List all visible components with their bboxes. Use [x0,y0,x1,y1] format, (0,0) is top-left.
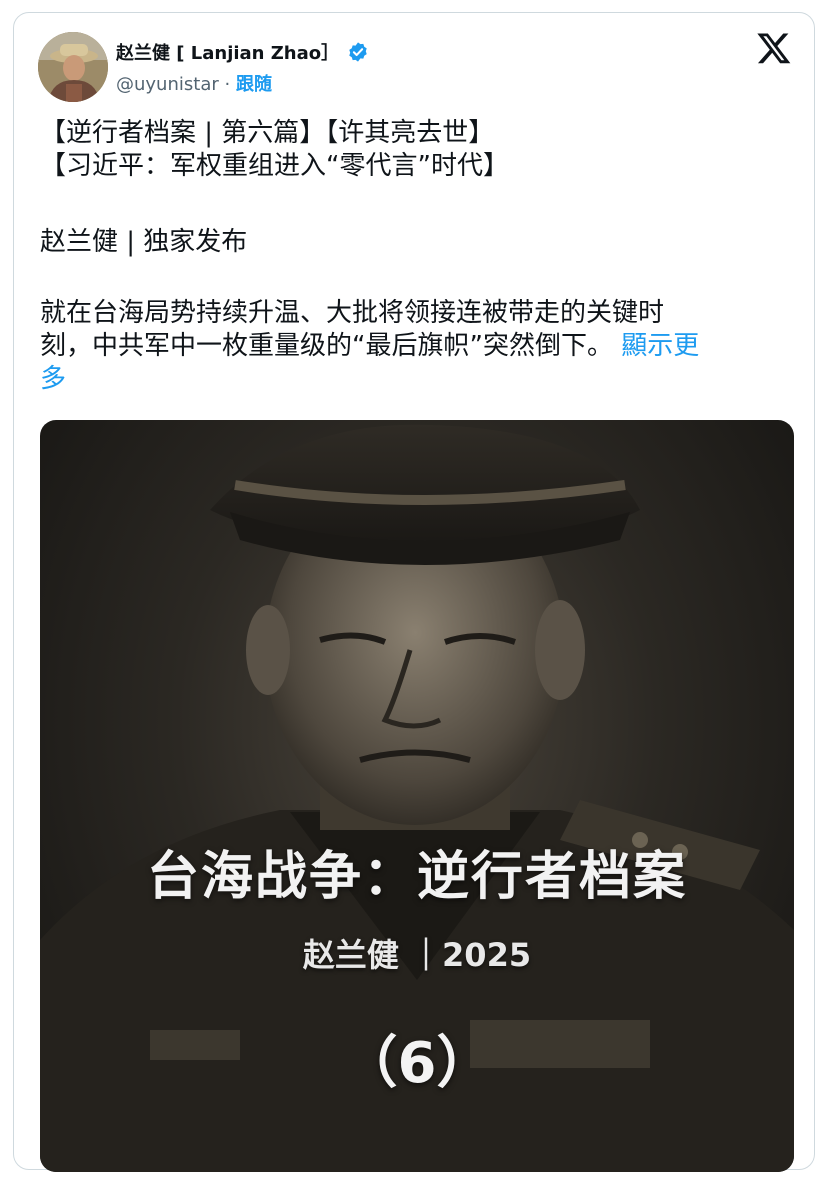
verified-badge-icon [349,42,367,62]
tweet-line-5: 刻，中共军中一枚重量级的“最后旗帜”突然倒下。 顯示更 [40,330,780,363]
handle-separator: · [224,74,231,95]
author-name[interactable]: 赵兰健 [ Lanjian Zhao］ [116,39,339,65]
x-logo-icon[interactable] [756,30,792,66]
show-more-link-cont[interactable]: 多 [40,363,780,396]
tweet-paragraph: 就在台海局势持续升温、大批将领接连被带走的关键时 刻，中共军中一枚重量级的“最后… [40,297,780,396]
avatar-image [38,32,108,102]
tweet-text: 【逆行者档案 | 第六篇】【许其亮去世】 【习近平：军权重组进入“零代言”时代】 [40,117,780,183]
tweet-line-2: 【习近平：军权重组进入“零代言”时代】 [40,151,509,181]
tweet-line-5-text: 刻，中共军中一枚重量级的“最后旗帜”突然倒下。 [40,331,613,361]
image-author-line: 赵兰健 ｜2025 [302,936,532,974]
show-more-link[interactable]: 顯示更 [621,331,699,361]
author-handle[interactable]: @uyunistar [116,74,219,95]
tweet-line-4: 就在台海局势持续升温、大批将领接连被带走的关键时 [40,298,665,328]
tweet-byline: 赵兰健 | 独家发布 [40,226,780,259]
image-title: 台海战争：逆行者档案 [146,847,687,907]
follow-button[interactable]: 跟随 [236,74,272,95]
avatar[interactable] [38,32,108,102]
tweet-line-3: 赵兰健 | 独家发布 [40,227,248,257]
tweet-line-1: 【逆行者档案 | 第六篇】【许其亮去世】 [40,118,495,148]
tweet-image[interactable]: 台海战争：逆行者档案 赵兰健 ｜2025 （6） [40,420,794,1172]
image-number: （6） [341,1031,493,1096]
